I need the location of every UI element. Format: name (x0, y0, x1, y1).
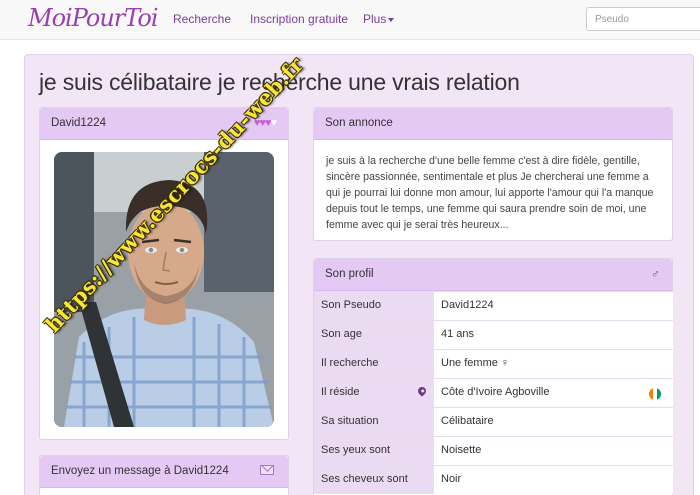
profile-row-key: Ses cheveux sont (314, 466, 434, 494)
profile-row-value: Une femme ♀ (434, 350, 673, 378)
male-symbol-icon: ♂ (651, 267, 660, 281)
profile-row-value: Noir (434, 466, 673, 494)
nav-plus-label: Plus (363, 12, 387, 26)
profile-row: Il recherche Une femme ♀ (314, 349, 673, 378)
annonce-header: Son annonce (314, 108, 672, 140)
envelope-icon[interactable] (260, 465, 274, 475)
profile-row-value: Célibataire (434, 408, 673, 436)
navbar: MoiPourToi Recherche Inscription gratuit… (0, 0, 700, 40)
profile-username: David1224 (51, 117, 106, 129)
message-panel-header[interactable]: Envoyez un message à David1224 (40, 456, 288, 488)
annonce-heading: Son annonce (325, 117, 393, 129)
profile-row-value: Côte d'Ivoire Agboville (441, 386, 550, 398)
profile-row: Ses yeux sont Noisette (314, 436, 673, 465)
profile-row: Son Pseudo David1224 (314, 291, 673, 320)
profile-row: Il réside Côte d'Ivoire Agboville (314, 378, 673, 407)
profile-row-value: 41 ans (434, 321, 673, 349)
heart-empty-icon: ♥ (270, 117, 276, 129)
logo-text: MoiPourToi (28, 4, 159, 32)
caret-down-icon (388, 17, 395, 22)
profile-row-key: Sa situation (314, 408, 434, 436)
annonce-panel: Son annonce je suis à la recherche d'une… (313, 107, 673, 241)
profile-row-key: Son age (314, 321, 434, 349)
nav-plus[interactable]: Plus (363, 12, 395, 26)
nav-recherche[interactable]: Recherche (173, 12, 231, 26)
profile-row: Ses cheveux sont Noir (314, 465, 673, 494)
profile-row-key: Il réside (321, 386, 360, 398)
profile-row-key-with-icon: Il réside (314, 379, 434, 407)
message-panel[interactable]: Envoyez un message à David1224 (39, 455, 289, 495)
message-label: Envoyez un message à David1224 (51, 465, 229, 477)
site-logo[interactable]: MoiPourToi (28, 4, 159, 32)
profile-row-key: Ses yeux sont (314, 437, 434, 465)
pseudo-search-input[interactable] (586, 7, 700, 31)
profile-row: Son age 41 ans (314, 320, 673, 349)
profile-row-key: Son Pseudo (314, 292, 434, 320)
annonce-text: je suis à la recherche d'une belle femme… (326, 155, 654, 231)
map-pin-icon (416, 385, 428, 397)
profil-heading: Son profil (325, 268, 374, 280)
profile-row-value: David1224 (434, 292, 673, 320)
profile-row-value-with-flag: Côte d'Ivoire Agboville (434, 379, 673, 407)
profil-panel: Son profil ♂ Son Pseudo David1224 Son ag… (313, 258, 673, 495)
ivory-coast-flag-icon (649, 388, 661, 400)
profile-row-key: Il recherche (314, 350, 434, 378)
profil-header: Son profil ♂ (314, 259, 672, 291)
nav-inscription[interactable]: Inscription gratuite (250, 12, 348, 26)
profile-row: Sa situation Célibataire (314, 407, 673, 436)
profile-row-value: Noisette (434, 437, 673, 465)
